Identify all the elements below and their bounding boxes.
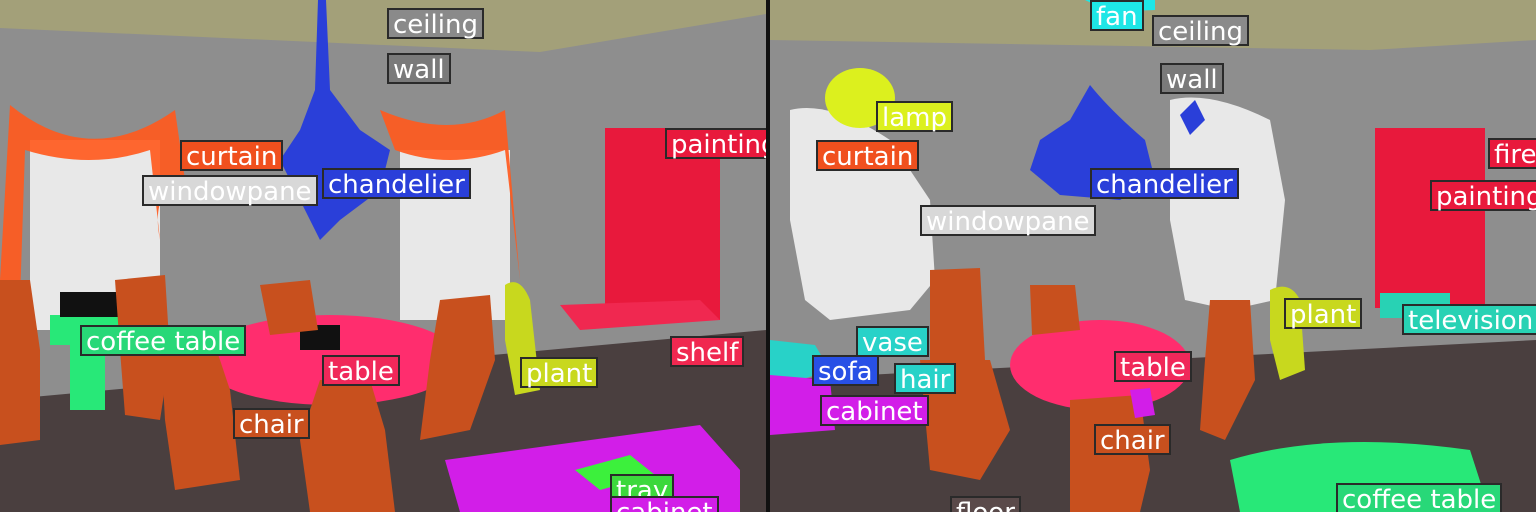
table-label: table [322,355,400,387]
curtain-label: curtain [816,140,920,172]
windowpane-label: windowpane [920,205,1096,237]
television-label: television [1402,304,1536,336]
left-scene [0,0,766,512]
sofa-label: sofa [812,355,879,387]
ceiling-label: ceiling [1152,15,1249,47]
fire-label: fire [1488,138,1536,170]
coffee-table-label: coffee table [1336,483,1503,512]
fan-label: fan [1090,0,1144,32]
wall-label: wall [387,53,451,85]
painting-region [1375,128,1485,308]
shelf-label: shelf [670,336,745,368]
left-segmentation-panel: ceiling wall curtain windowpane chandelier pa… [0,0,766,512]
wall-label: wall [1160,63,1224,95]
chair-region-3 [260,280,318,335]
chair-partial-label: hair [894,363,957,395]
painting-label: painting [1430,180,1536,212]
chandelier-label: chandelier [1090,168,1239,200]
cabinet-label: cabinet [820,395,929,427]
floor-label: floor [950,496,1021,512]
cabinet-label: cabinet [610,496,719,512]
painting-label: painting [665,128,766,160]
table-label: table [1114,351,1192,383]
coffee-table-label: coffee table [80,325,247,357]
right-segmentation-panel: fan ceiling wall lamp curtain fire chandelier p… [770,0,1536,512]
lamp-label: lamp [876,101,953,133]
plant-label: plant [1284,298,1363,330]
windowpane-label: windowpane [142,175,318,207]
vase-label: vase [856,326,929,358]
chandelier-label: chandelier [322,168,471,200]
chair-label: chair [1094,424,1171,456]
chair-region-2 [1030,285,1080,335]
ceiling-label: ceiling [387,8,484,40]
chair-label: chair [233,408,310,440]
curtain-label: curtain [180,140,284,172]
speaker-object [60,292,120,317]
plant-label: plant [520,357,599,389]
segmentation-comparison: ceiling wall curtain windowpane chandelier pa… [0,0,1536,512]
chair-region-1 [930,268,985,365]
